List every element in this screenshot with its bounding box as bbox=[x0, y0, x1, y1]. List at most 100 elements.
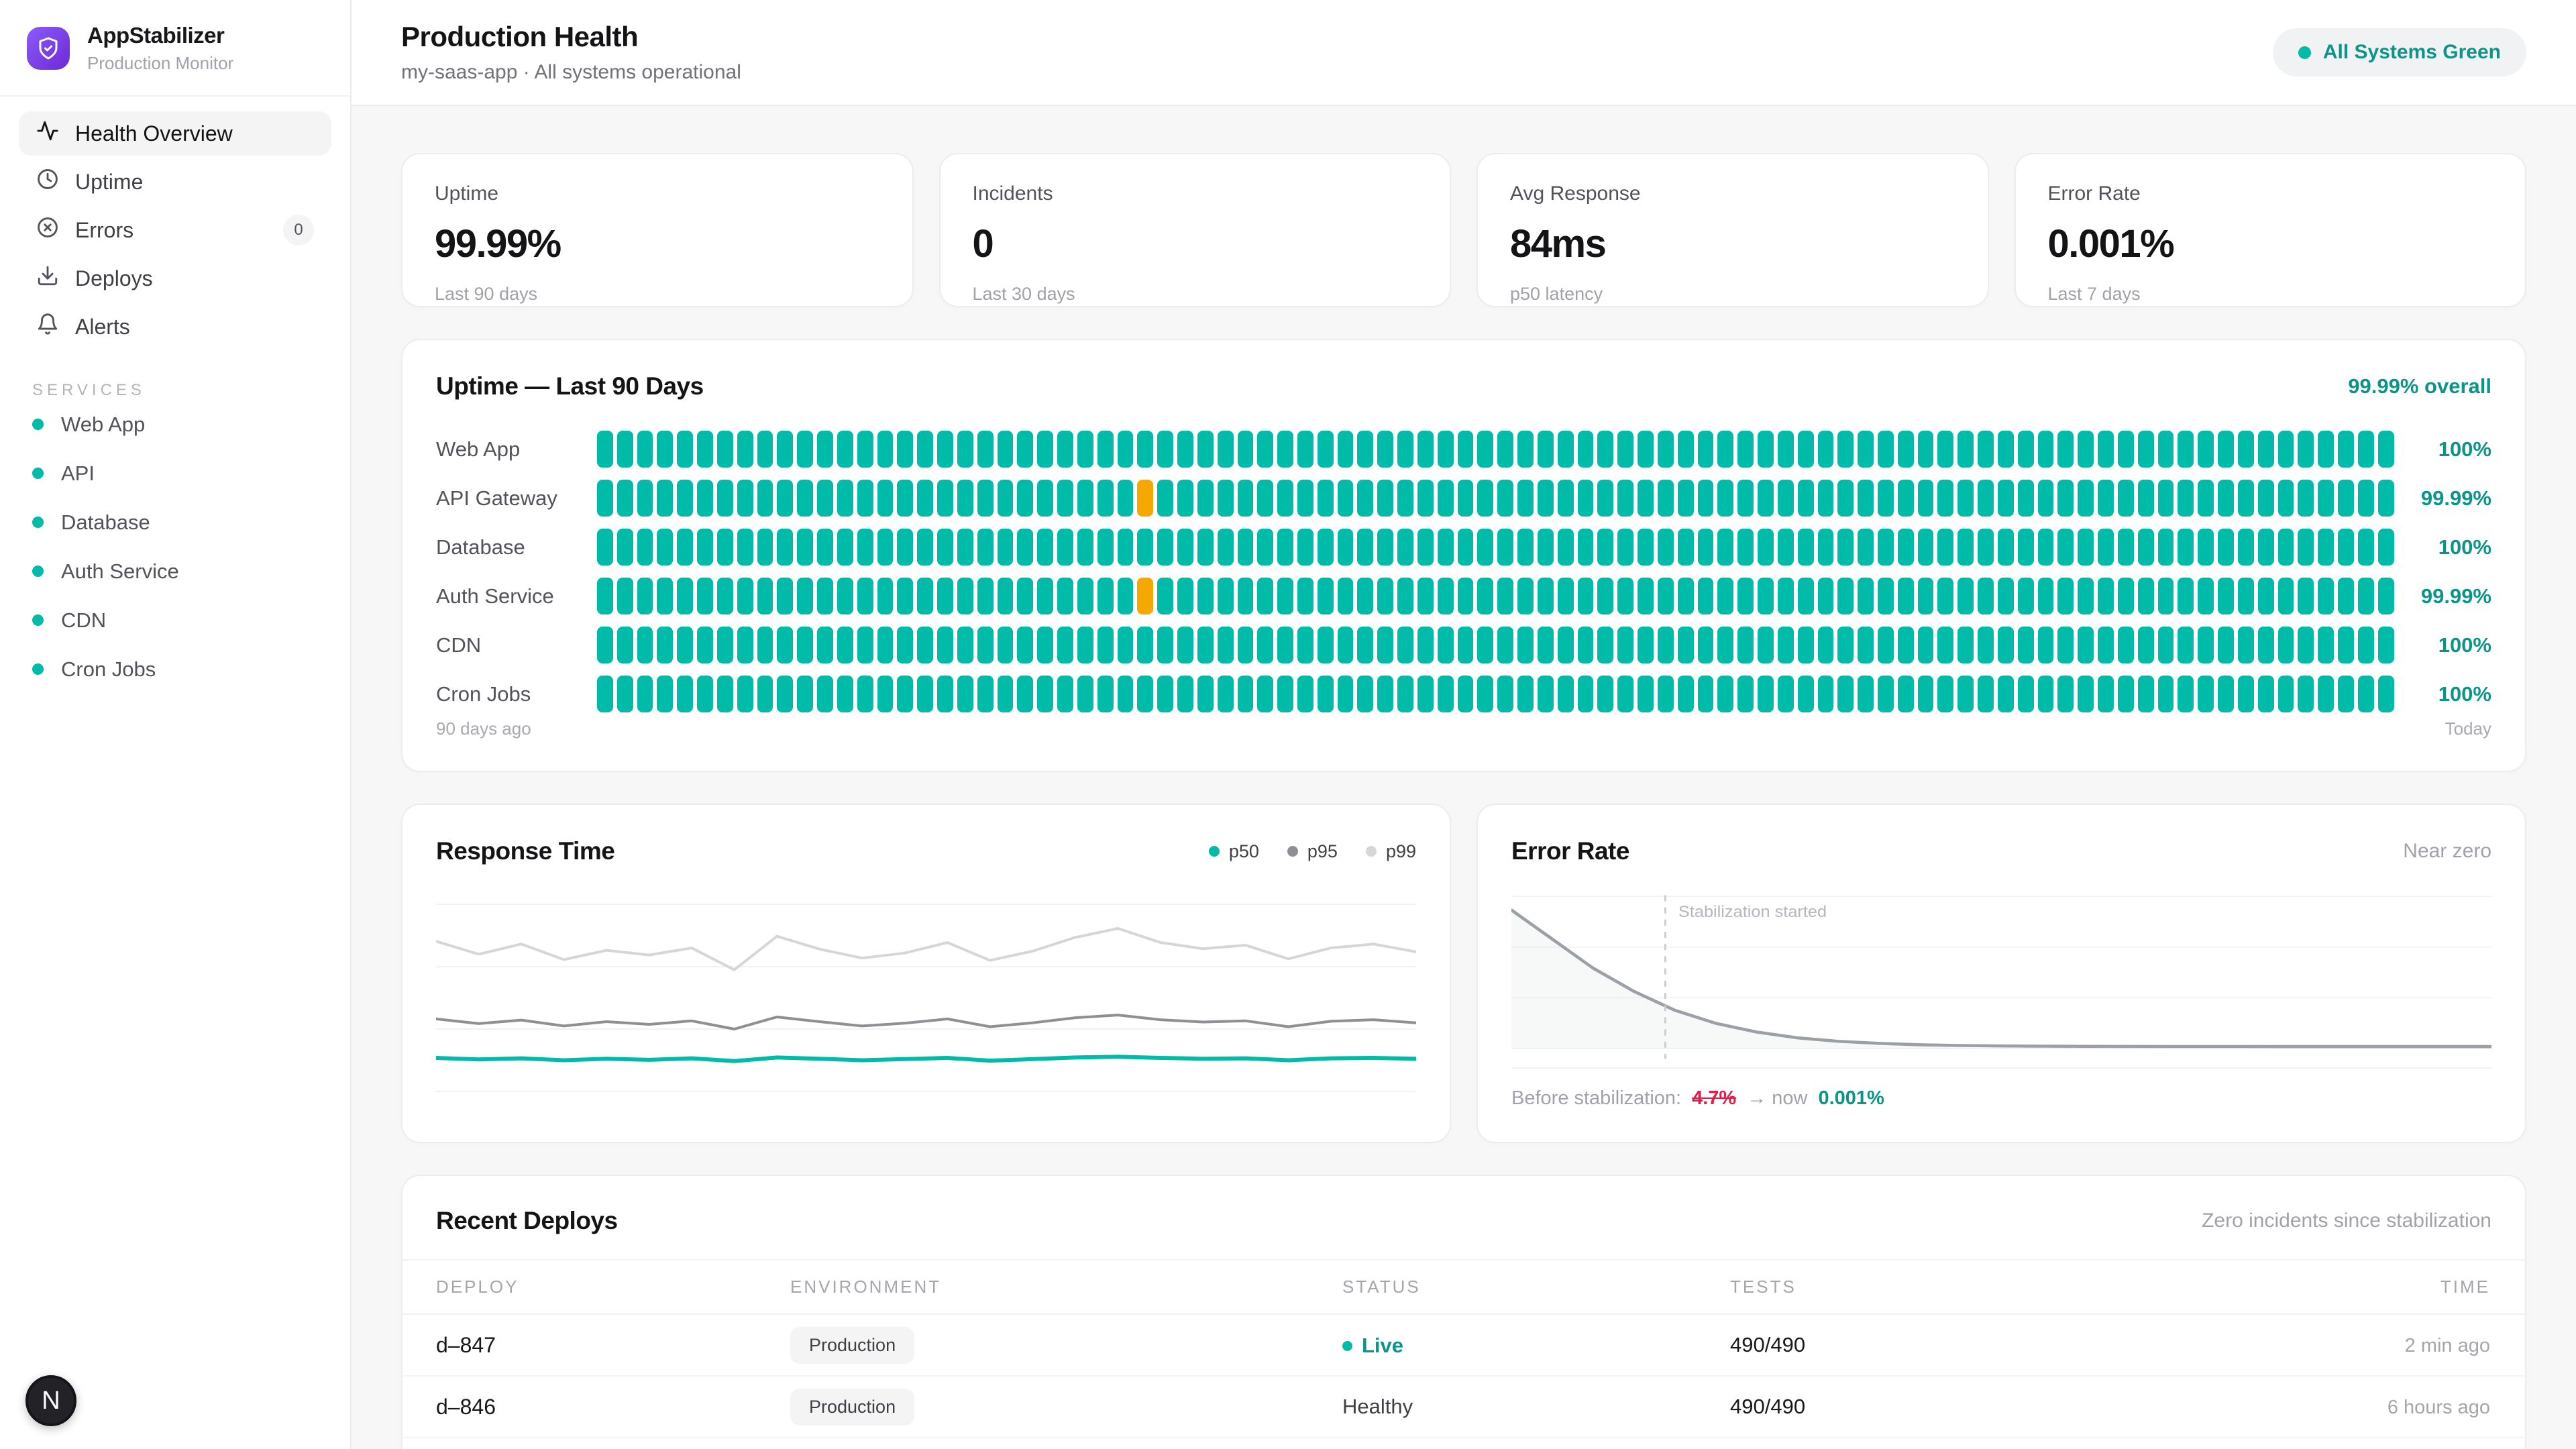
kpi-subtext: p50 latency bbox=[1510, 284, 1955, 305]
uptime-cell bbox=[1318, 529, 1334, 566]
recent-deploys-title: Recent Deploys bbox=[436, 1207, 618, 1235]
service-item-cdn[interactable]: CDN bbox=[0, 596, 350, 645]
uptime-cell bbox=[857, 431, 873, 468]
uptime-cell bbox=[1057, 480, 1073, 517]
service-item-cron-jobs[interactable]: Cron Jobs bbox=[0, 645, 350, 694]
uptime-cell bbox=[1497, 480, 1513, 517]
uptime-cell bbox=[2338, 529, 2354, 566]
uptime-cell bbox=[1837, 676, 1854, 712]
uptime-cell bbox=[1717, 480, 1733, 517]
uptime-cell bbox=[1377, 480, 1393, 517]
uptime-cell bbox=[1458, 676, 1474, 712]
uptime-cell bbox=[1077, 578, 1093, 614]
uptime-cell bbox=[2378, 431, 2394, 468]
uptime-cell bbox=[1177, 676, 1193, 712]
response-time-legend: p50p95p99 bbox=[1209, 841, 1416, 862]
sidebar-item-uptime[interactable]: Uptime bbox=[19, 160, 331, 204]
uptime-cell bbox=[677, 578, 693, 614]
uptime-cell bbox=[1878, 480, 1894, 517]
uptime-bars bbox=[597, 627, 2394, 663]
app-logo-shield-icon bbox=[27, 27, 70, 70]
uptime-cell bbox=[1778, 578, 1794, 614]
uptime-cell bbox=[2258, 431, 2274, 468]
uptime-cell bbox=[717, 431, 733, 468]
uptime-overall-value: 99.99% overall bbox=[2348, 374, 2491, 398]
uptime-cell bbox=[1397, 529, 1413, 566]
uptime-cell bbox=[1737, 431, 1754, 468]
uptime-cell bbox=[677, 627, 693, 663]
uptime-cell bbox=[1397, 627, 1413, 663]
uptime-cell bbox=[1818, 480, 1834, 517]
uptime-cell bbox=[1318, 627, 1334, 663]
uptime-cell bbox=[1798, 529, 1814, 566]
uptime-cell bbox=[1898, 676, 1914, 712]
service-item-label: API bbox=[61, 462, 95, 486]
uptime-cell bbox=[1918, 627, 1934, 663]
uptime-cell bbox=[877, 431, 894, 468]
uptime-cell bbox=[1417, 529, 1434, 566]
uptime-cell bbox=[1397, 431, 1413, 468]
kpi-card-uptime: Uptime99.99%Last 90 days bbox=[401, 153, 914, 307]
uptime-cell bbox=[2358, 431, 2374, 468]
uptime-cell bbox=[1517, 578, 1534, 614]
tests-cell: 490/490 bbox=[1730, 1376, 2200, 1438]
uptime-cell bbox=[1238, 676, 1254, 712]
uptime-cell bbox=[637, 676, 653, 712]
sidebar-item-alerts[interactable]: Alerts bbox=[19, 305, 331, 349]
uptime-cell bbox=[2258, 529, 2274, 566]
sidebar-item-health-overview[interactable]: Health Overview bbox=[19, 111, 331, 156]
uptime-cell bbox=[1998, 480, 2014, 517]
uptime-cell bbox=[1538, 627, 1554, 663]
uptime-cell bbox=[917, 578, 933, 614]
service-item-web-app[interactable]: Web App bbox=[0, 400, 350, 449]
uptime-cell bbox=[2278, 480, 2294, 517]
uptime-cell bbox=[1137, 529, 1153, 566]
uptime-cell bbox=[2198, 676, 2214, 712]
uptime-cell bbox=[1878, 627, 1894, 663]
uptime-cell bbox=[1858, 529, 1874, 566]
uptime-cell bbox=[1017, 529, 1033, 566]
uptime-cell bbox=[1197, 431, 1214, 468]
service-item-auth-service[interactable]: Auth Service bbox=[0, 547, 350, 596]
uptime-cell bbox=[1357, 627, 1373, 663]
uptime-cell bbox=[1338, 529, 1354, 566]
sidebar-item-deploys[interactable]: Deploys bbox=[19, 256, 331, 301]
uptime-cell bbox=[917, 431, 933, 468]
error-rate-note: Near zero bbox=[2403, 840, 2491, 863]
uptime-cell bbox=[1377, 529, 1393, 566]
uptime-cell bbox=[1538, 480, 1554, 517]
uptime-cell bbox=[977, 480, 994, 517]
error-rate-chart: Stabilization started bbox=[1511, 884, 2491, 1067]
uptime-cell bbox=[757, 529, 773, 566]
nextjs-dev-button[interactable]: N bbox=[25, 1375, 76, 1426]
sidebar-item-errors[interactable]: Errors0 bbox=[19, 208, 331, 252]
uptime-cell bbox=[1558, 676, 1574, 712]
uptime-cell bbox=[2238, 529, 2254, 566]
deploy-id: d–846 bbox=[436, 1395, 496, 1419]
uptime-cell bbox=[2158, 480, 2174, 517]
service-item-label: CDN bbox=[61, 608, 106, 633]
status-cell: Live bbox=[1342, 1314, 1730, 1376]
uptime-cell bbox=[877, 676, 894, 712]
uptime-cell bbox=[1097, 676, 1114, 712]
uptime-cell bbox=[2298, 578, 2314, 614]
uptime-cell bbox=[2338, 676, 2354, 712]
uptime-cell bbox=[837, 578, 853, 614]
uptime-cell bbox=[1057, 627, 1073, 663]
service-item-api[interactable]: API bbox=[0, 449, 350, 498]
deploy-row-d-846[interactable]: d–846ProductionHealthy490/4906 hours ago bbox=[402, 1376, 2525, 1438]
uptime-cell bbox=[637, 529, 653, 566]
uptime-row-value: 100% bbox=[2394, 437, 2491, 462]
uptime-cell bbox=[637, 578, 653, 614]
service-item-database[interactable]: Database bbox=[0, 498, 350, 547]
uptime-cell bbox=[1998, 529, 2014, 566]
kpi-subtext: Last 7 days bbox=[2048, 284, 2493, 305]
deploy-row-d-845[interactable]: d–845ProductionHealthy490/490Yesterday bbox=[402, 1438, 2525, 1449]
sidebar-item-label: Errors bbox=[75, 218, 133, 243]
uptime-cell bbox=[1037, 431, 1053, 468]
uptime-panel: Uptime — Last 90 Days 99.99% overall Web… bbox=[401, 339, 2526, 772]
uptime-cell bbox=[1737, 480, 1754, 517]
uptime-cell bbox=[1057, 529, 1073, 566]
deploy-row-d-847[interactable]: d–847ProductionLive490/4902 min ago bbox=[402, 1314, 2525, 1376]
series-line-p50 bbox=[436, 1057, 1416, 1061]
